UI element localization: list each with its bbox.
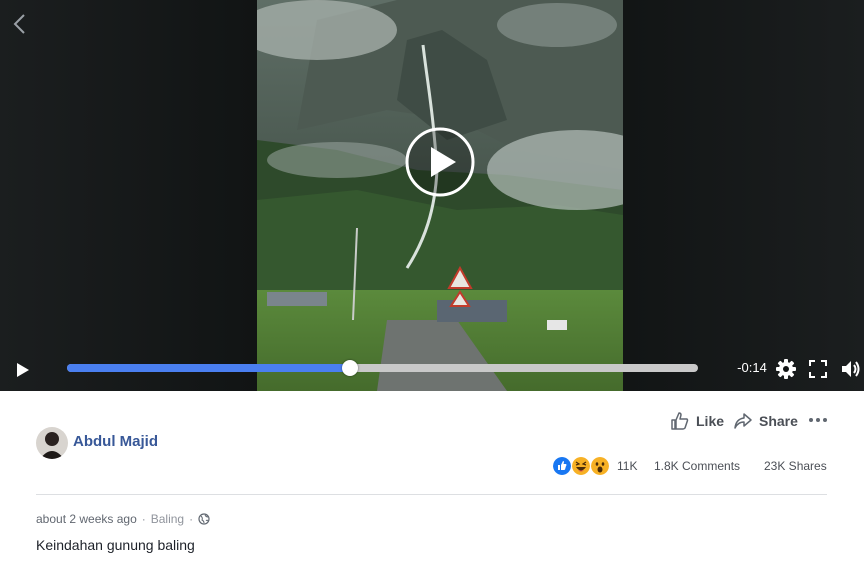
- separator-dot: ·: [141, 512, 146, 526]
- divider: [36, 494, 827, 495]
- thumbs-up-icon: [671, 412, 689, 430]
- post-timestamp[interactable]: about 2 weeks ago: [36, 512, 137, 526]
- share-label: Share: [759, 413, 798, 429]
- progress-fill: [67, 364, 350, 372]
- share-button[interactable]: Share: [733, 410, 798, 432]
- like-reaction-icon: [552, 456, 572, 476]
- comments-count[interactable]: 1.8K Comments: [654, 459, 740, 473]
- like-label: Like: [696, 413, 725, 429]
- chevron-left-icon: [13, 14, 25, 34]
- fullscreen-button[interactable]: [807, 358, 829, 380]
- more-options-button[interactable]: [808, 412, 828, 428]
- volume-icon: [842, 361, 860, 377]
- settings-button[interactable]: [775, 358, 797, 380]
- post-location[interactable]: Baling: [151, 512, 184, 526]
- wow-reaction-icon: [590, 456, 610, 476]
- author-name[interactable]: Abdul Majid: [73, 433, 158, 450]
- more-dots-icon: [809, 418, 827, 422]
- back-button[interactable]: [8, 10, 32, 38]
- progress-scrubber[interactable]: [341, 360, 358, 376]
- progress-bar[interactable]: [67, 360, 698, 376]
- play-overlay-button[interactable]: [404, 126, 476, 198]
- like-button[interactable]: Like: [670, 410, 724, 432]
- remaining-time: -0:14: [737, 360, 767, 375]
- haha-reaction-icon: [571, 456, 591, 476]
- play-icon: [405, 127, 475, 197]
- share-arrow-icon: [734, 413, 752, 429]
- profile-picture: [36, 427, 68, 459]
- play-button[interactable]: [12, 359, 34, 381]
- volume-button[interactable]: [840, 358, 862, 380]
- post-caption: Keindahan gunung baling: [36, 537, 195, 553]
- reactions-summary[interactable]: 11K: [552, 456, 637, 476]
- globe-icon[interactable]: [198, 513, 210, 525]
- avatar[interactable]: [36, 427, 68, 459]
- video-controls: -0:14: [0, 350, 864, 390]
- shares-count[interactable]: 23K Shares: [764, 459, 827, 473]
- play-icon: [17, 363, 29, 377]
- video-player[interactable]: -0:14: [0, 0, 864, 391]
- fullscreen-icon: [809, 360, 827, 378]
- post-meta: about 2 weeks ago · Baling ·: [36, 512, 210, 526]
- reaction-count: 11K: [617, 459, 638, 473]
- separator-dot: ·: [189, 512, 194, 526]
- settings-gear-icon: [776, 359, 796, 379]
